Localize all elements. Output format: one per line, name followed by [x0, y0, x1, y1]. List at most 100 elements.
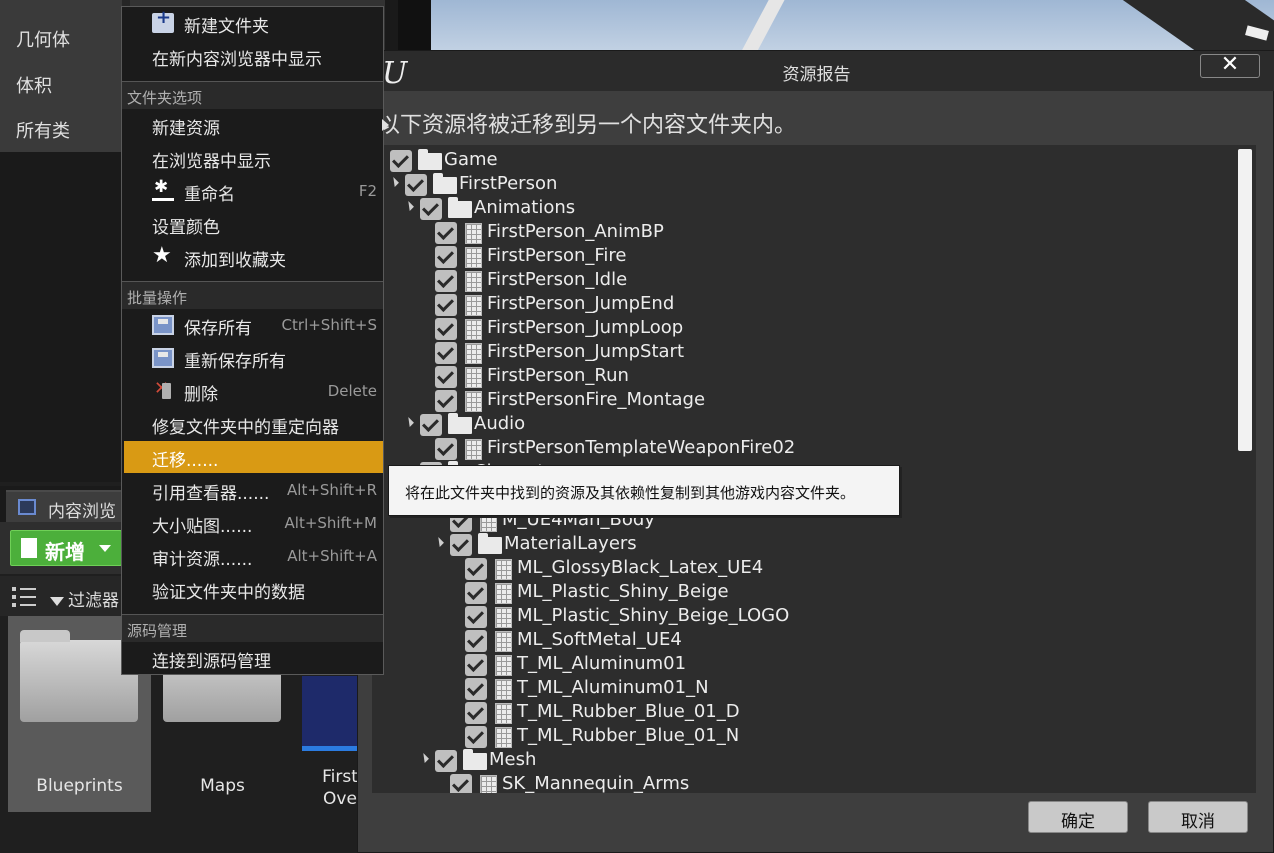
checkbox[interactable] — [435, 222, 457, 244]
filter-icon — [50, 596, 64, 606]
menu-item-rename[interactable]: 重命名 F2 — [124, 175, 383, 207]
tree-folder-row[interactable]: Audio — [404, 413, 1180, 437]
menu-item-add-to-favorites[interactable]: 添加到收藏夹 — [124, 241, 383, 273]
checkbox[interactable] — [435, 390, 457, 412]
checkbox[interactable] — [435, 270, 457, 292]
menu-shortcut: Delete — [327, 382, 377, 400]
asset-icon — [495, 727, 512, 748]
checkbox[interactable] — [435, 318, 457, 340]
tree-asset-row[interactable]: ML_GlossyBlack_Latex_UE4 — [465, 557, 1225, 581]
tree-asset-row[interactable]: T_ML_Rubber_Blue_01_D — [465, 701, 1225, 725]
menu-item-audit-assets[interactable]: 审计资源...... Alt+Shift+A — [124, 540, 383, 572]
menu-item-show-in-explorer[interactable]: 在浏览器中显示 — [124, 142, 383, 174]
expand-arrow-icon[interactable] — [389, 177, 399, 187]
checkbox[interactable] — [435, 294, 457, 316]
tree-asset-row[interactable]: ML_Plastic_Shiny_Beige_LOGO — [465, 605, 1225, 629]
checkbox[interactable] — [465, 582, 487, 604]
checkbox[interactable] — [465, 726, 487, 748]
checkbox[interactable] — [465, 702, 487, 724]
tree-asset-row[interactable]: ML_SoftMetal_UE4 — [465, 629, 1225, 653]
tree-asset-row[interactable]: FirstPerson_AnimBP — [435, 221, 1195, 245]
menu-item-save-all[interactable]: 保存所有 Ctrl+Shift+S — [124, 309, 383, 341]
menu-section-bulk-operations: 批量操作 — [122, 281, 383, 309]
dialog-titlebar[interactable]: U 资源报告 ✕ — [358, 51, 1274, 91]
tree-asset-row[interactable]: T_ML_Aluminum01 — [465, 653, 1225, 677]
menu-item-new-asset[interactable]: 新建资源 — [124, 109, 389, 141]
scrollbar-thumb[interactable] — [1238, 149, 1252, 451]
tree-asset-row[interactable]: FirstPerson_JumpLoop — [435, 317, 1195, 341]
checkbox[interactable] — [405, 174, 427, 196]
asset-icon — [495, 559, 512, 580]
category-all-classes[interactable]: 所有类 — [16, 117, 70, 143]
tree-asset-row[interactable]: FirstPersonFire_Montage — [435, 389, 1195, 413]
checkbox[interactable] — [420, 198, 442, 220]
tree-asset-row[interactable]: SK_Mannequin_Arms — [450, 773, 1210, 793]
tree-asset-row[interactable]: FirstPerson_Run — [435, 365, 1195, 389]
checkbox[interactable] — [465, 630, 487, 652]
menu-item-validate-data[interactable]: 验证文件夹中的数据 — [124, 573, 383, 605]
tree-folder-row[interactable]: Game — [374, 149, 1150, 173]
asset-tile-label: First Ove — [322, 767, 358, 809]
checkbox[interactable] — [465, 678, 487, 700]
checkbox[interactable] — [465, 654, 487, 676]
filters-button[interactable]: 过滤器 — [50, 586, 119, 611]
checkbox[interactable] — [450, 534, 472, 556]
tree-asset-row[interactable]: ML_Plastic_Shiny_Beige — [465, 581, 1225, 605]
menu-item-show-in-new-browser[interactable]: 在新内容浏览器中显示 — [124, 40, 383, 72]
tree-item-label: FirstPerson_JumpEnd — [487, 293, 675, 314]
menu-item-migrate[interactable]: 迁移...... — [124, 441, 383, 473]
menu-item-connect-source-control[interactable]: 连接到源码管理 — [124, 642, 383, 674]
dialog-title: 资源报告 — [782, 65, 851, 85]
asset-icon — [495, 703, 512, 724]
checkbox[interactable] — [435, 246, 457, 268]
asset-icon — [495, 583, 512, 604]
content-browser-tab[interactable]: 内容浏览 — [6, 490, 122, 522]
tree-asset-row[interactable]: FirstPerson_JumpStart — [435, 341, 1195, 365]
tree-asset-row[interactable]: FirstPerson_JumpEnd — [435, 293, 1195, 317]
checkbox[interactable] — [390, 150, 412, 172]
menu-item-fix-redirectors[interactable]: 修复文件夹中的重定向器 — [124, 408, 383, 440]
menu-item-new-folder[interactable]: 新建文件夹 — [124, 7, 383, 39]
menu-shortcut: Alt+Shift+A — [287, 547, 377, 565]
menu-item-set-color[interactable]: 设置颜色 — [124, 208, 383, 240]
menu-item-reference-viewer[interactable]: 引用查看器...... Alt+Shift+R — [124, 474, 383, 506]
menu-item-size-map[interactable]: 大小贴图...... Alt+Shift+M — [124, 507, 383, 539]
expand-arrow-icon[interactable] — [434, 537, 444, 547]
tree-folder-row[interactable]: FirstPerson — [389, 173, 1165, 197]
menu-item-resave-all[interactable]: 重新保存所有 — [124, 342, 383, 374]
folder-icon — [448, 197, 472, 218]
tree-asset-row[interactable]: FirstPerson_Idle — [435, 269, 1195, 293]
category-volumes[interactable]: 体积 — [16, 72, 52, 98]
folder-icon — [478, 533, 502, 554]
tree-asset-row[interactable]: T_ML_Rubber_Blue_01_N — [465, 725, 1225, 749]
expand-arrow-icon[interactable] — [404, 201, 414, 211]
expand-arrow-icon[interactable] — [404, 417, 414, 427]
checkbox[interactable] — [435, 366, 457, 388]
menu-shortcut: Alt+Shift+M — [284, 514, 377, 532]
tree-folder-row[interactable]: MaterialLayers — [434, 533, 1210, 557]
checkbox[interactable] — [420, 414, 442, 436]
sources-toggle-icon[interactable] — [12, 587, 36, 607]
menu-item-delete[interactable]: 删除 Delete — [124, 375, 383, 407]
folder-icon — [433, 173, 457, 194]
category-geometry[interactable]: 几何体 — [16, 26, 70, 52]
ok-button[interactable]: 确定 — [1028, 801, 1128, 833]
checkbox[interactable] — [435, 438, 457, 460]
expand-arrow-icon[interactable] — [419, 753, 429, 763]
close-button[interactable]: ✕ — [1200, 52, 1260, 78]
save-all-icon — [152, 315, 174, 335]
checkbox[interactable] — [435, 750, 457, 772]
menu-item-label: 新建文件夹 — [184, 17, 269, 37]
add-new-button[interactable]: 新增 — [10, 530, 122, 566]
tree-folder-row[interactable]: Mesh — [419, 749, 1195, 773]
tree-asset-row[interactable]: T_ML_Aluminum01_N — [465, 677, 1225, 701]
tree-folder-row[interactable]: Animations — [404, 197, 1180, 221]
cancel-button[interactable]: 取消 — [1148, 801, 1248, 833]
tree-asset-row[interactable]: FirstPersonTemplateWeaponFire02 — [435, 437, 1195, 461]
checkbox[interactable] — [450, 774, 472, 793]
checkbox[interactable] — [435, 342, 457, 364]
tree-asset-row[interactable]: FirstPerson_Fire — [435, 245, 1195, 269]
tree-item-label: SK_Mannequin_Arms — [502, 773, 690, 793]
checkbox[interactable] — [465, 558, 487, 580]
checkbox[interactable] — [465, 606, 487, 628]
